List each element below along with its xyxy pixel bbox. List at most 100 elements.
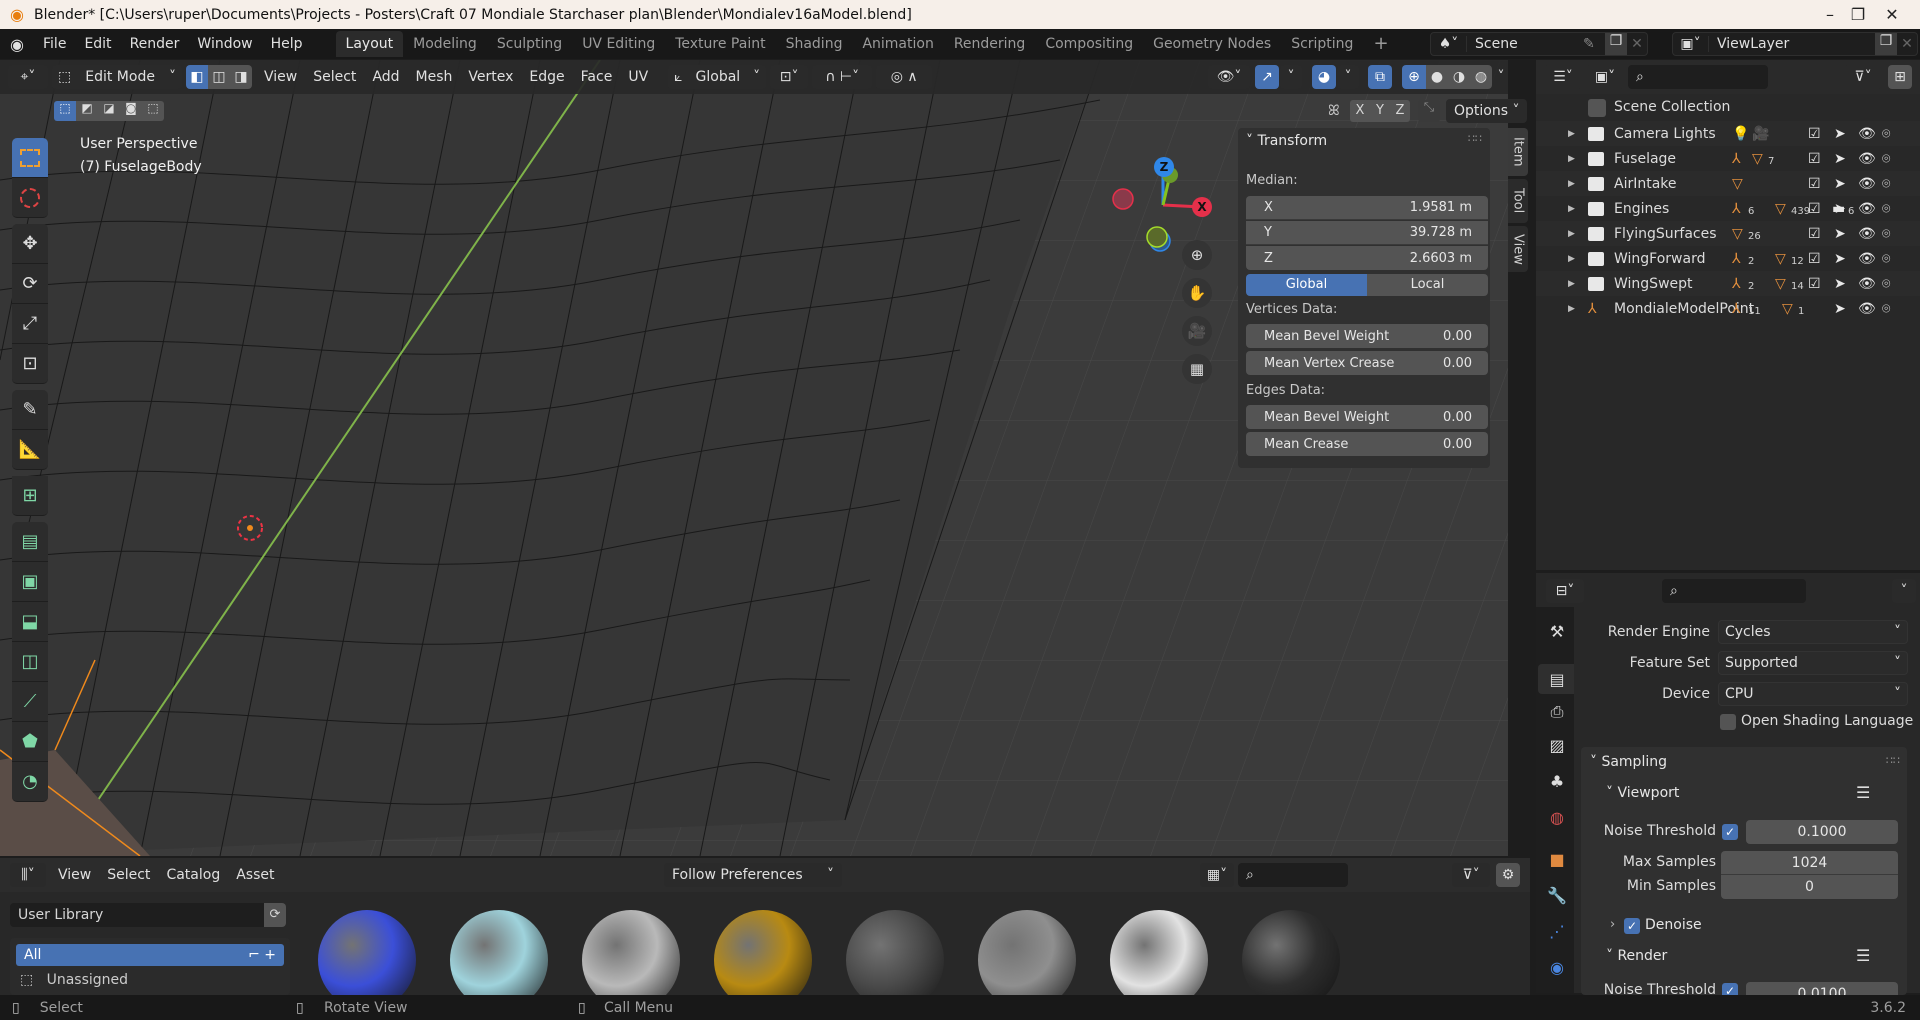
edge-select-icon[interactable]: ◫ [208,65,230,89]
snap-toggle-icon[interactable]: ∩ ⊢˅ [812,65,873,89]
empty-icon[interactable]: ⅄ [1732,201,1741,217]
visibility-eye-icon[interactable]: 👁 [1858,251,1876,267]
mesh-icon[interactable]: ▽ [1782,301,1793,317]
menu-window[interactable]: Window [188,32,261,56]
new-collection-icon[interactable]: ⊞ [1888,65,1912,89]
filter-icon[interactable]: ⊽˅ [1844,65,1882,89]
mirror-x-toggle[interactable]: X [1350,100,1370,122]
outliner-item[interactable]: ▶ ⅄ MondialeModelPoint ⅄ 11 ▽ 1 ➤ 👁 ⌾ [1536,296,1920,321]
viewport-noise-threshold-checkbox[interactable]: ✓ [1722,824,1738,840]
gizmo-toggle-icon[interactable]: ↗ [1255,65,1279,89]
selectable-arrow-icon[interactable]: ➤ [1834,126,1846,142]
asset-menu-asset[interactable]: Asset [228,863,282,887]
physics-properties-icon[interactable]: ◉ [1546,956,1568,978]
min-samples-field[interactable]: 0 [1721,875,1898,899]
open-shading-language-checkbox[interactable] [1720,714,1736,730]
outliner-item-name[interactable]: Fuselage [1614,151,1676,167]
view-layer-name[interactable]: ViewLayer [1717,36,1875,52]
vertex-crease-field[interactable]: Mean Vertex Crease 0.00 [1246,351,1488,375]
feature-set-dropdown[interactable]: Supported ˅ [1718,651,1908,675]
render-subpanel-header[interactable]: ˅ Render [1606,948,1667,964]
new-view-layer-icon[interactable]: ❐ [1875,33,1897,55]
proportional-editing-icon[interactable]: ◎ ∧ [876,65,933,89]
workspace-tab-uv-editing[interactable]: UV Editing [572,31,665,57]
gizmo-z-axis[interactable]: Z [1154,157,1174,177]
perspective-toggle-grid-icon[interactable]: ▦ [1182,354,1212,384]
visibility-eye-icon[interactable]: 👁 [1858,176,1876,192]
outliner-item[interactable]: ▶ Camera Lights 💡 🎥 ☑ ➤ 👁 ⌾ [1536,121,1920,146]
mesh-icon[interactable]: ▽ [1775,201,1786,217]
tab-tool[interactable]: Tool [1508,179,1528,223]
solid-shading-icon[interactable]: ● [1426,65,1448,89]
mesh-icon[interactable]: ▽ [1732,176,1743,192]
light-icon[interactable]: 💡 [1732,126,1749,142]
presets-list-icon[interactable]: ☰ [1856,783,1870,802]
delete-view-layer-icon[interactable]: ✕ [1897,36,1917,52]
scene-icon[interactable]: ♠˅ [1431,36,1467,52]
outliner-item-name[interactable]: WingForward [1614,251,1706,267]
camera-view-icon[interactable]: 🎥 [1182,316,1212,346]
mirror-y-toggle[interactable]: Y [1370,100,1390,122]
overlays-dropdown-icon[interactable]: ˅ [1337,65,1359,89]
transform-orientation-dropdown[interactable]: ⟀ Global ˅ [668,65,767,89]
new-catalog-plus-icon[interactable]: ⌐ + [248,947,276,963]
presets-list-icon[interactable]: ☰ [1856,946,1870,965]
selectable-arrow-icon[interactable]: ➤ [1834,201,1846,217]
view-layer-selector[interactable]: ▣˅ ViewLayer ❐ ✕ [1672,32,1918,56]
menu-edit[interactable]: Edit [75,32,120,56]
menu-mesh[interactable]: Mesh [408,65,461,89]
outliner-item-name[interactable]: AirIntake [1614,176,1677,192]
vertex-bevel-weight-field[interactable]: Mean Bevel Weight 0.00 [1246,324,1488,348]
add-cube-tool-icon[interactable]: ⊞ [12,476,48,516]
outliner-item-name[interactable]: FlyingSurfaces [1614,226,1717,242]
bevel-tool-icon[interactable]: ⬓ [12,602,48,642]
outliner-item[interactable]: ▶ Engines ⅄ 6 ▽ 439 ▬ 6 ☑ ➤ 👁 ⌾ [1536,196,1920,221]
render-camera-icon[interactable]: ⌾ [1882,276,1890,292]
knife-tool-icon[interactable]: ⟋ [12,682,48,722]
tab-item[interactable]: Item [1508,128,1528,176]
selectability-visibility-icon[interactable]: 👁˅ [1208,65,1250,89]
asset-menu-catalog[interactable]: Catalog [158,863,228,887]
annotate-tool-icon[interactable]: ✎ [12,390,48,430]
menu-add[interactable]: Add [364,65,407,89]
median-y-field[interactable]: Y 39.728 m [1246,221,1488,245]
median-z-field[interactable]: Z 2.6603 m [1246,246,1488,270]
edge-bevel-weight-field[interactable]: Mean Bevel Weight 0.00 [1246,405,1488,429]
zoom-view-icon[interactable]: ⊕ [1182,240,1212,270]
selectable-arrow-icon[interactable]: ➤ [1834,226,1846,242]
selectable-arrow-icon[interactable]: ➤ [1834,176,1846,192]
menu-select[interactable]: Select [305,65,364,89]
mode-selector[interactable]: ⬚ Edit Mode ˅ [52,65,182,89]
expand-arrow-icon[interactable]: ▶ [1568,254,1575,264]
workspace-tab-sculpting[interactable]: Sculpting [487,31,572,57]
asset-editor-type-icon[interactable]: ⫼˅ [10,863,46,887]
render-camera-icon[interactable]: ⌾ [1882,301,1890,317]
xray-toggle-icon[interactable]: ⧉ [1368,65,1392,89]
render-camera-icon[interactable]: ⌾ [1882,151,1890,167]
mesh-icon[interactable]: ▽ [1752,151,1763,167]
empty-icon[interactable]: ⅄ [1732,301,1741,317]
refresh-library-icon[interactable]: ⟳ [264,903,286,927]
display-mode-grid-icon[interactable]: ▦˅ [1200,863,1234,887]
visibility-eye-icon[interactable]: 👁 [1858,126,1876,142]
menu-render[interactable]: Render [121,32,189,56]
outliner-item[interactable]: ▶ Fuselage ⅄ ▽ 7 ☑ ➤ 👁 ⌾ [1536,146,1920,171]
sampling-panel-header[interactable]: ˅ Sampling [1590,754,1667,770]
render-camera-icon[interactable]: ⌾ [1882,251,1890,267]
spin-tool-icon[interactable]: ◔ [12,762,48,802]
wireframe-shading-icon[interactable]: ⊕ [1402,65,1426,89]
pan-view-hand-icon[interactable]: ✋ [1182,278,1212,308]
properties-search-input[interactable]: ⌕ [1662,579,1806,603]
properties-options-icon[interactable]: ˅ [1892,579,1916,603]
render-engine-dropdown[interactable]: Cycles ˅ [1718,620,1908,644]
particles-properties-icon[interactable]: ⋰ [1546,920,1568,942]
render-camera-icon[interactable]: ⌾ [1882,176,1890,192]
pivot-point-icon[interactable]: ⊡˅ [770,65,809,89]
expand-arrow-icon[interactable]: ▶ [1568,304,1575,314]
transform-tool-icon[interactable]: ⊡ [12,344,48,384]
new-scene-icon[interactable]: ❐ [1605,33,1627,55]
outliner-item[interactable]: ▶ FlyingSurfaces ▽ 26 ☑ ➤ 👁 ⌾ [1536,221,1920,246]
select-extend-icon[interactable]: ◩ [76,101,98,121]
selectable-arrow-icon[interactable]: ➤ [1834,251,1846,267]
add-workspace-button[interactable]: + [1363,31,1398,57]
